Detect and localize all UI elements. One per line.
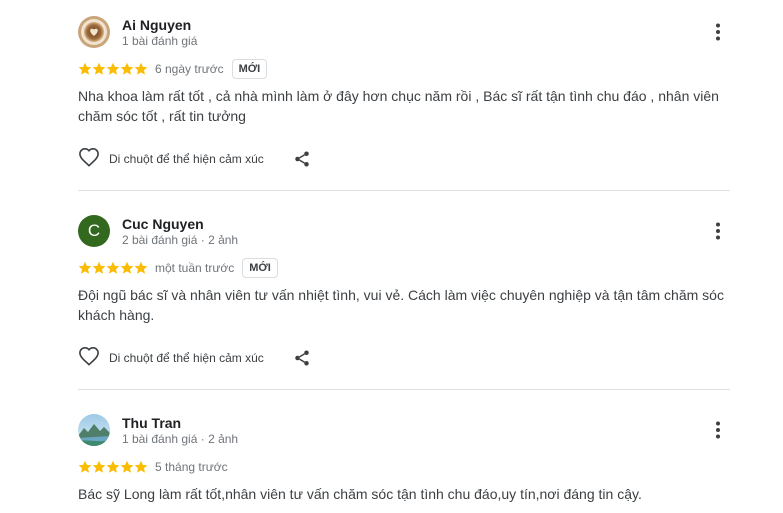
avatar-photo-landscape <box>78 414 110 446</box>
share-icon[interactable] <box>293 349 311 367</box>
star-icon <box>106 62 120 75</box>
review-actions: Di chuột để thể hiện cảm xúc <box>78 147 311 172</box>
heart-outline-icon <box>78 147 100 172</box>
divider <box>78 389 730 390</box>
star-icon <box>78 460 92 473</box>
reviewer-name[interactable]: Cuc Nguyen <box>122 216 204 232</box>
star-icon <box>120 460 134 473</box>
reviewer-meta[interactable]: 2 bài đánh giá · 2 ảnh <box>122 233 238 247</box>
new-badge: MỚI <box>231 59 268 79</box>
react-button[interactable]: Di chuột để thể hiện cảm xúc <box>78 147 264 172</box>
react-label: Di chuột để thể hiện cảm xúc <box>109 351 264 365</box>
reviewer-meta[interactable]: 1 bài đánh giá <box>122 34 197 48</box>
star-icon <box>134 460 148 473</box>
reviewer-name[interactable]: Thu Tran <box>122 415 181 431</box>
star-rating <box>78 261 148 275</box>
reviewer-meta[interactable]: 1 bài đánh giá · 2 ảnh <box>122 432 238 446</box>
rating-row: 6 ngày trước MỚI <box>78 58 268 80</box>
star-icon <box>120 62 134 75</box>
review-time: 6 ngày trước <box>155 62 224 76</box>
star-icon <box>106 460 120 473</box>
rating-row: một tuần trước MỚI <box>78 257 278 279</box>
rating-row: 5 tháng trước <box>78 456 228 478</box>
star-icon <box>134 261 148 274</box>
star-icon <box>92 460 106 473</box>
new-badge: MỚI <box>242 258 278 278</box>
avatar[interactable]: C <box>78 215 110 247</box>
review-text: Đội ngũ bác sĩ và nhân viên tư vấn nhiệt… <box>78 287 724 323</box>
reviewer-name[interactable]: Ai Nguyen <box>122 17 191 33</box>
star-icon <box>92 261 106 274</box>
star-icon <box>78 261 92 274</box>
reviews-panel: Ai Nguyen 1 bài đánh giá 6 ngày trước MỚ… <box>0 0 783 513</box>
react-label: Di chuột để thể hiện cảm xúc <box>109 152 264 166</box>
avatar[interactable] <box>78 16 110 48</box>
star-icon <box>106 261 120 274</box>
review-text: Bác sỹ Long làm rất tốt,nhân viên tư vấn… <box>78 486 642 502</box>
review-time: 5 tháng trước <box>155 460 228 474</box>
review-time: một tuần trước <box>155 261 235 275</box>
share-icon[interactable] <box>293 150 311 168</box>
star-rating <box>78 62 148 76</box>
avatar[interactable] <box>78 414 110 446</box>
star-icon <box>78 62 92 75</box>
heart-outline-icon <box>78 346 100 371</box>
star-icon <box>120 261 134 274</box>
avatar-photo-coffee <box>78 16 110 48</box>
more-vert-icon[interactable] <box>708 22 728 42</box>
divider <box>78 190 730 191</box>
star-rating <box>78 460 148 474</box>
review-actions: Di chuột để thể hiện cảm xúc <box>78 346 311 371</box>
more-vert-icon[interactable] <box>708 420 728 440</box>
star-icon <box>92 62 106 75</box>
more-vert-icon[interactable] <box>708 221 728 241</box>
review-text: Nha khoa làm rất tốt , cả nhà mình làm ở… <box>78 88 719 124</box>
star-icon <box>134 62 148 75</box>
react-button[interactable]: Di chuột để thể hiện cảm xúc <box>78 346 264 371</box>
